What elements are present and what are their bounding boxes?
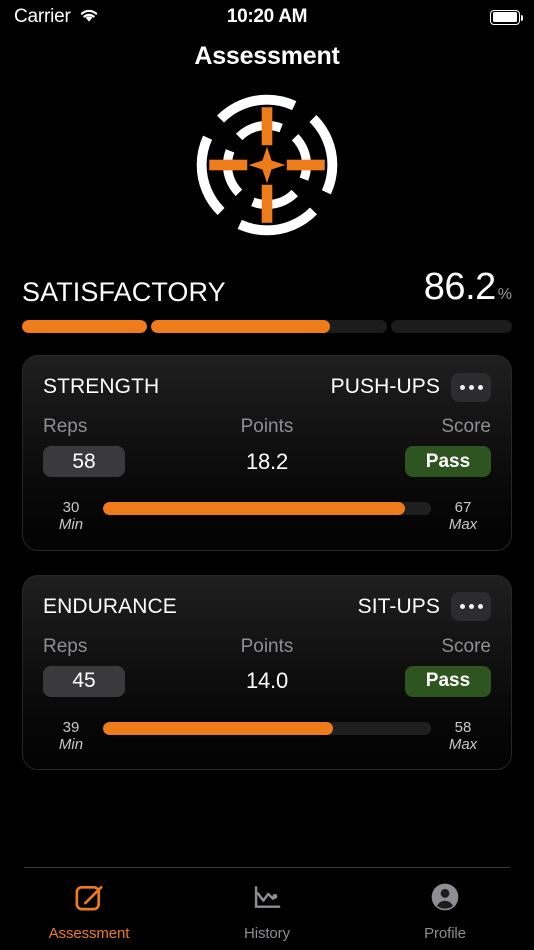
range-slider[interactable]: 30 Min 67 Max [43,499,491,534]
progress-segment [22,320,147,333]
range-min-caption: Min [58,735,84,753]
tab-history[interactable]: History [178,880,356,942]
progress-segment [150,320,387,333]
range-max: 58 Max [435,719,491,754]
reps-cell: 58 [43,446,192,477]
reps-input[interactable]: 45 [43,665,125,697]
wifi-icon [78,7,100,28]
card-column-headers: Reps Points Score [43,636,491,658]
status-bar: Carrier 10:20 AM [0,0,534,34]
card-title: ENDURANCE [43,594,177,618]
progress-segment-fill [150,320,331,333]
tab-label-profile: Profile [424,925,466,942]
card-exercise-label: SIT-UPS [357,594,440,618]
assessment-card-endurance[interactable]: ENDURANCE SIT-UPS Reps Points Score 45 1… [22,574,512,770]
card-header-right: PUSH-UPS [330,372,491,402]
card-header-right: SIT-UPS [358,592,491,621]
progress-segment [390,320,512,333]
tab-assessment[interactable]: Assessment [0,880,178,942]
line-chart-icon [250,880,284,919]
status-badge: Pass [404,665,491,697]
points-value: 18.2 [245,448,288,474]
status-bar-right [490,9,523,25]
range-track[interactable] [103,721,431,735]
tab-bar-items: Assessment History Profile [0,868,534,950]
more-options-button[interactable] [451,372,491,402]
points-cell: 18.2 [192,449,341,475]
tab-label-history: History [244,925,290,942]
range-max-caption: Max [448,516,478,534]
range-fill [103,502,405,515]
column-header-reps: Reps [43,635,88,657]
range-max-value: 58 [454,718,472,736]
tab-profile[interactable]: Profile [356,880,534,942]
battery-full-icon [490,9,523,25]
emblem-container [0,75,534,256]
range-min-caption: Min [58,516,84,534]
points-value: 14.0 [245,668,288,693]
range-max-value: 67 [454,499,472,516]
overall-score-unit: % [497,286,512,303]
app-screen: Carrier 10:20 AM Assessment SATISFACTORY… [0,0,534,950]
overall-progress-bar [0,320,534,333]
card-values-row: 58 18.2 Pass [43,446,491,477]
card-values-row: 45 14.0 Pass [43,665,491,697]
overall-score-row: SATISFACTORY 86.2 % [0,268,534,306]
tab-bar: Assessment History Profile [0,867,534,950]
range-min: 30 Min [43,499,99,534]
range-slider[interactable]: 39 Min 58 Max [43,719,491,754]
column-header-points: Points [240,416,294,437]
more-dot-icon [477,384,483,390]
card-column-headers: Reps Points Score [43,416,491,438]
more-dot-icon [468,604,474,609]
points-cell: 14.0 [192,668,341,694]
tab-label-assessment: Assessment [48,925,130,942]
card-header: ENDURANCE SIT-UPS [43,590,491,624]
overall-score-value: 86.2 [423,266,496,308]
more-dot-icon [477,604,483,609]
assessment-card-strength[interactable]: STRENGTH PUSH-UPS Reps Points Score 58 1… [22,355,512,551]
reps-cell: 45 [43,665,192,697]
status-badge: Pass [404,446,491,477]
score-cell: Pass [342,446,491,477]
page-title: Assessment [194,42,340,70]
rating-label: SATISFACTORY [22,277,226,307]
column-header-reps: Reps [43,416,88,437]
person-circle-icon [428,880,462,919]
range-min-value: 30 [62,499,80,516]
range-min: 39 Min [43,719,99,754]
more-dot-icon [468,384,474,390]
score-cell: Pass [342,665,491,697]
status-bar-left: Carrier [14,6,100,28]
overall-score: 86.2 % [424,268,512,306]
column-header-score: Score [441,416,491,437]
range-min-value: 39 [62,718,80,736]
target-crosshair-icon [191,89,343,246]
column-header-points: Points [240,635,294,657]
progress-segment-fill [22,320,147,333]
range-fill [103,721,333,735]
assessment-cards: STRENGTH PUSH-UPS Reps Points Score 58 1… [0,355,534,770]
reps-input[interactable]: 58 [43,446,125,477]
more-dot-icon [459,604,465,609]
more-dot-icon [459,384,465,390]
card-exercise-label: PUSH-UPS [330,375,440,398]
range-max-caption: Max [448,735,478,753]
range-track[interactable] [103,502,431,515]
more-options-button[interactable] [451,592,491,621]
card-header: STRENGTH PUSH-UPS [43,370,491,404]
column-header-score: Score [441,635,491,657]
carrier-label: Carrier [14,6,71,27]
range-max: 67 Max [435,499,491,534]
square-pencil-icon [72,880,106,919]
card-title: STRENGTH [43,375,160,398]
